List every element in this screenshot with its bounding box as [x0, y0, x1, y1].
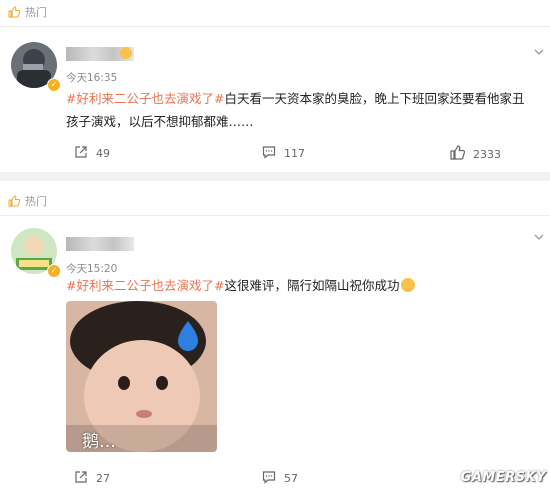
- action-bar: 49 117 2333: [0, 145, 550, 163]
- comment-button[interactable]: 117: [262, 145, 305, 162]
- hot-tag: 热门: [8, 193, 47, 209]
- share-button[interactable]: 49: [74, 145, 110, 162]
- hot-label: 热门: [25, 195, 47, 208]
- post-image[interactable]: 鹅…: [66, 301, 217, 452]
- nickname-blurred[interactable]: [66, 237, 134, 251]
- post-text: #好利来二公子也去演戏了#这很难评，隔行如隔山祝你成功: [66, 274, 536, 297]
- comment-icon: [262, 145, 276, 162]
- share-button[interactable]: 27: [74, 470, 110, 487]
- share-icon: [74, 470, 88, 487]
- post-time: 今天16:35: [66, 72, 118, 84]
- share-count: 49: [96, 147, 110, 160]
- verified-badge-icon: ✓: [47, 78, 61, 92]
- hashtag-link[interactable]: #好利来二公子也去演戏了#: [66, 278, 224, 293]
- weibo-post-2: 热门 ✓ 今天15:20 #好利来二公子也去演戏了#这很难评，隔行如隔山祝你成功…: [0, 181, 550, 491]
- post-content: 这很难评，隔行如隔山祝你成功: [224, 278, 400, 293]
- gamersky-watermark: GAMERSKY: [460, 470, 546, 485]
- weibo-post-1: 热门 ✓ 今天16:35 #好利来二公子也去演戏了#白天看一天资本家的臭脸，晚上…: [0, 0, 550, 170]
- post-separator: [0, 172, 550, 181]
- like-count: 2333: [473, 147, 501, 161]
- thumbs-up-hot-icon: [8, 195, 20, 207]
- thumbs-up-hot-icon: [8, 6, 20, 18]
- comment-button[interactable]: 57: [262, 470, 298, 487]
- comment-count: 117: [284, 147, 305, 160]
- surprised-emoji-icon: [401, 278, 416, 292]
- verified-badge-icon: ✓: [47, 264, 61, 278]
- hot-label: 热门: [25, 6, 47, 19]
- emoji-icon: [120, 47, 132, 59]
- like-button[interactable]: 2333: [450, 145, 501, 163]
- more-options-icon[interactable]: [534, 42, 544, 55]
- share-count: 27: [96, 472, 110, 485]
- image-caption: 鹅…: [82, 432, 116, 452]
- thumbs-up-icon: [450, 145, 466, 163]
- hot-tag: 热门: [8, 4, 47, 20]
- post-text: #好利来二公子也去演戏了#白天看一天资本家的臭脸，晚上下班回家还要看他家丑孩子演…: [66, 87, 536, 133]
- hashtag-link[interactable]: #好利来二公子也去演戏了#: [66, 91, 224, 106]
- comment-icon: [262, 470, 276, 487]
- divider: [0, 215, 550, 216]
- comment-count: 57: [284, 472, 298, 485]
- share-icon: [74, 145, 88, 162]
- divider: [0, 26, 550, 27]
- more-options-icon[interactable]: [534, 227, 544, 240]
